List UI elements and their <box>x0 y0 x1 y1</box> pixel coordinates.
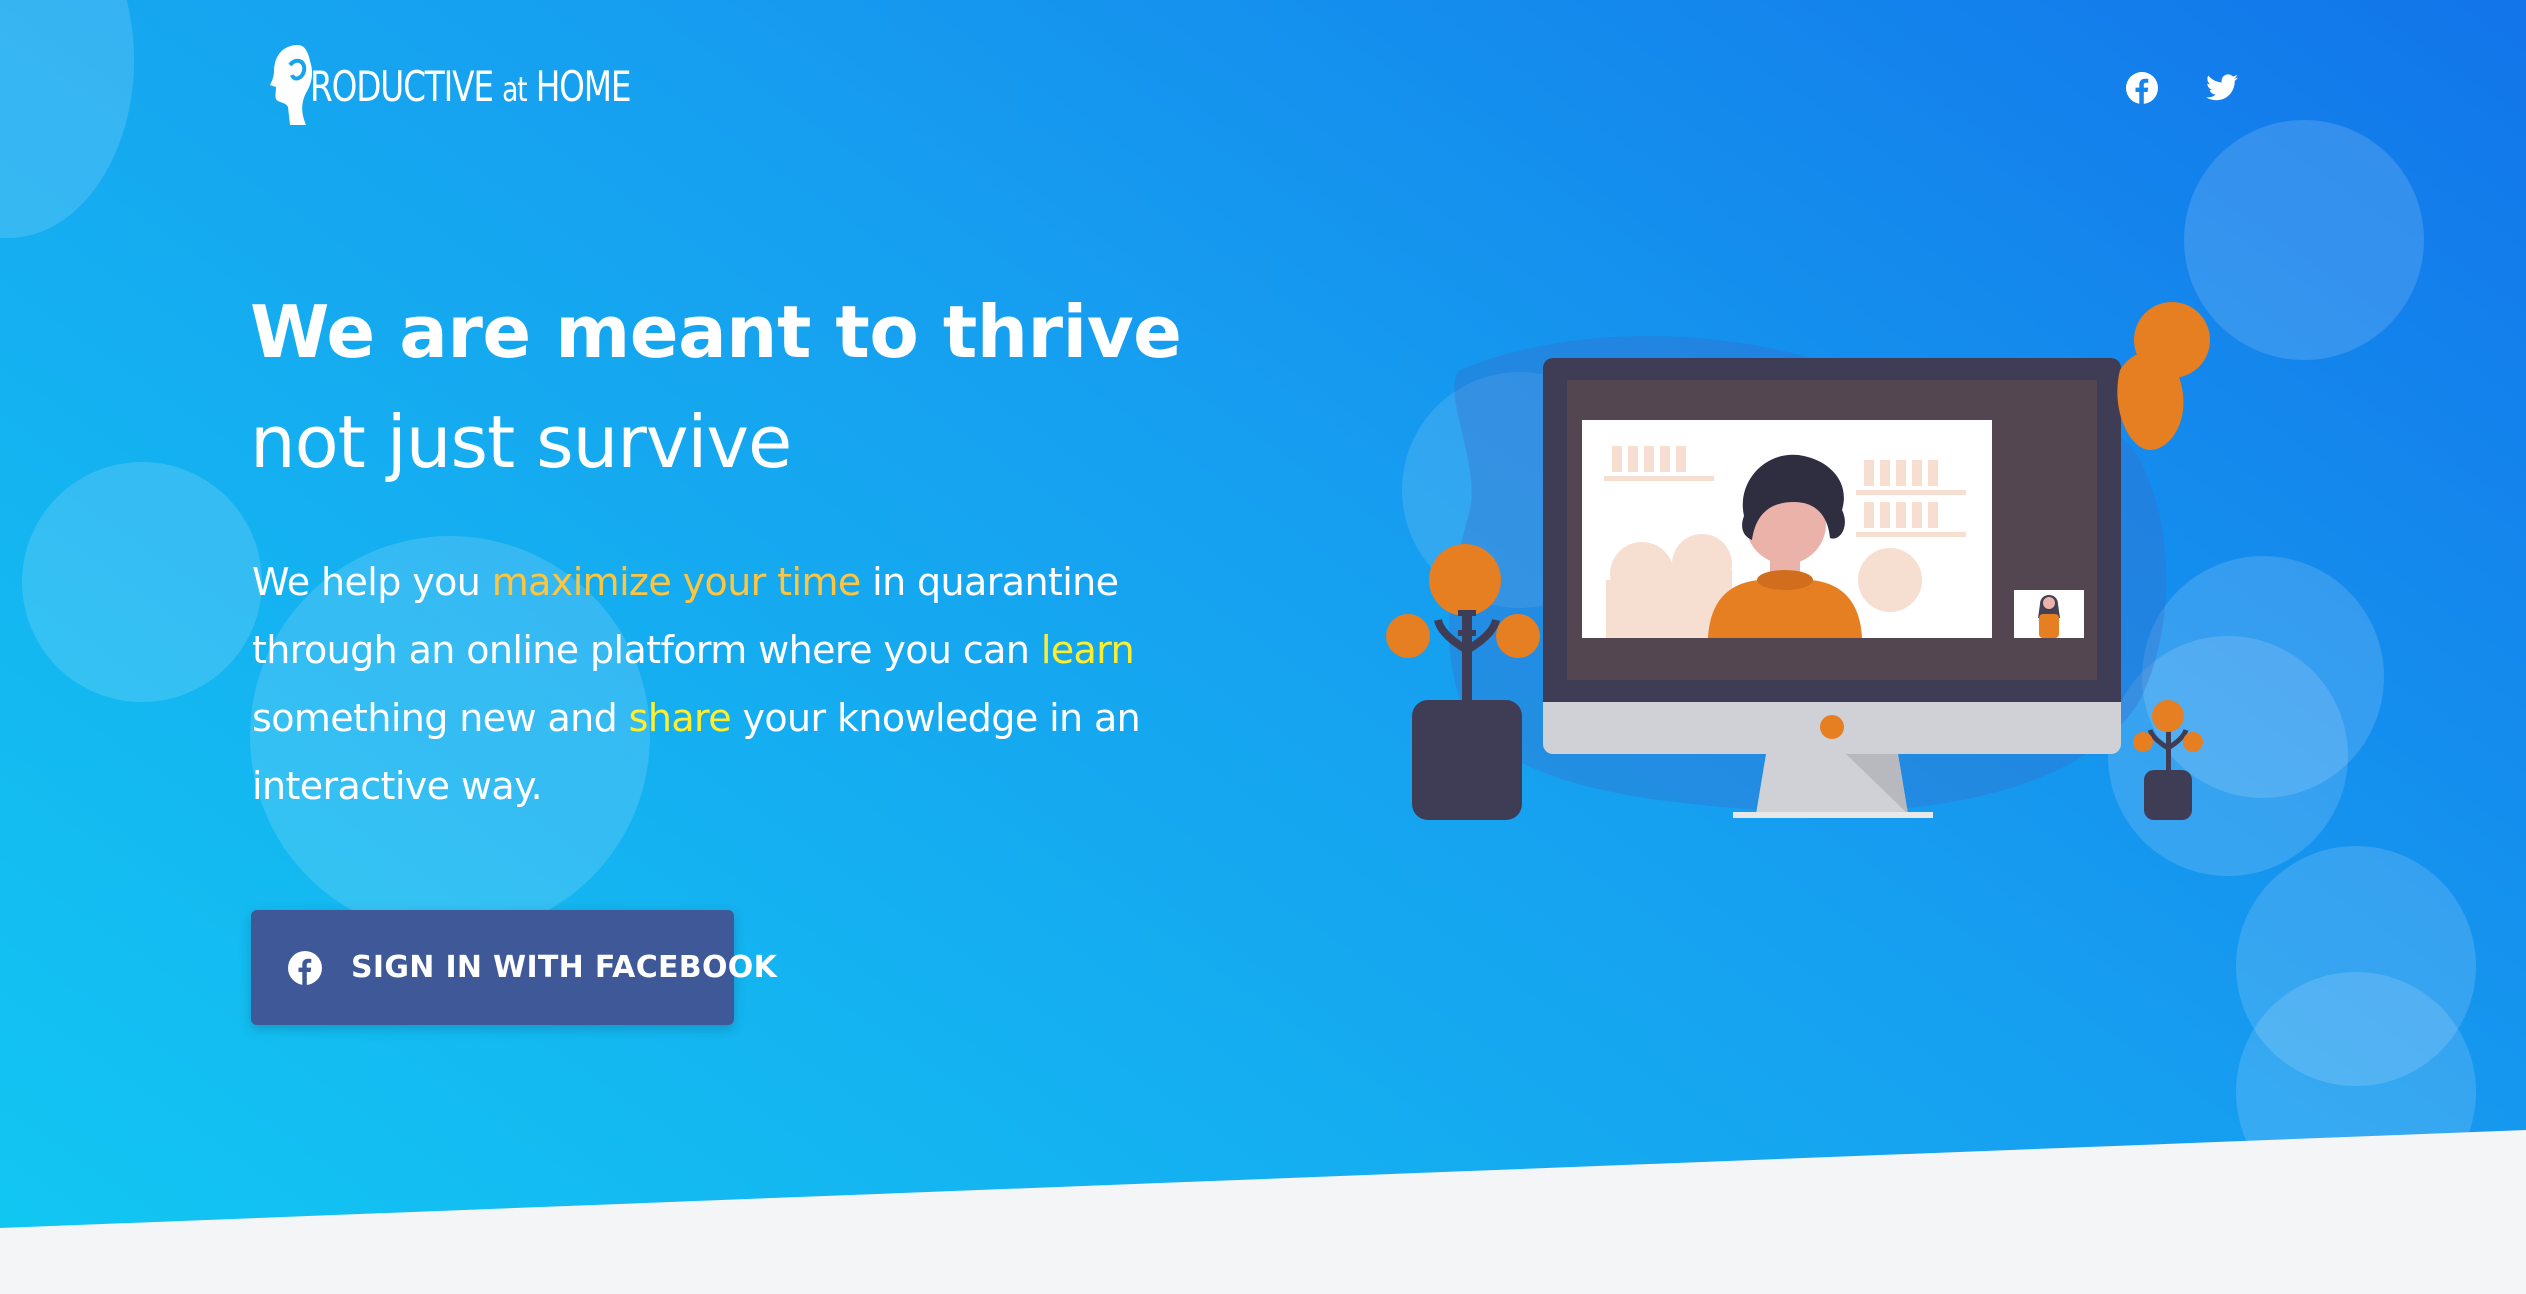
logo-wordmark: RODUCTIVE at HOME <box>310 61 632 111</box>
sign-in-facebook-label: SIGN IN WITH FACEBOOK <box>351 950 778 985</box>
hero-section: RODUCTIVE at HOME We are meant to thrive… <box>0 0 2526 1228</box>
facebook-icon <box>285 948 325 988</box>
twitter-icon <box>2206 74 2238 101</box>
description-text: We help you <box>252 560 492 604</box>
logo-text-end: HOME <box>535 61 632 111</box>
bubble-decoration <box>0 0 134 238</box>
twitter-link[interactable] <box>2202 68 2242 108</box>
bubble-decoration <box>2236 972 2476 1212</box>
sign-in-facebook-button[interactable]: SIGN IN WITH FACEBOOK <box>251 910 777 1025</box>
video-call-monitor-illustration <box>1380 280 2220 840</box>
highlight-share: share <box>628 696 732 740</box>
hero-description: We help you maximize your time in quaran… <box>252 548 1152 820</box>
bubble-decoration <box>2184 120 2424 360</box>
highlight-maximize-time: maximize your time <box>491 560 862 604</box>
logo-text-start: RODUCTIVE <box>310 61 494 111</box>
facebook-link[interactable] <box>2122 68 2162 108</box>
head-profile-icon <box>270 45 313 125</box>
hero-title: We are meant to thrive <box>250 290 1182 374</box>
hero-subtitle: not just survive <box>250 400 792 484</box>
highlight-learn: learn <box>1040 628 1135 672</box>
logo-text-mid: at <box>502 69 527 110</box>
brand-logo[interactable]: RODUCTIVE at HOME <box>268 38 721 134</box>
facebook-icon <box>2126 72 2158 104</box>
description-text: something new and <box>252 696 629 740</box>
bubble-decoration <box>22 462 262 702</box>
